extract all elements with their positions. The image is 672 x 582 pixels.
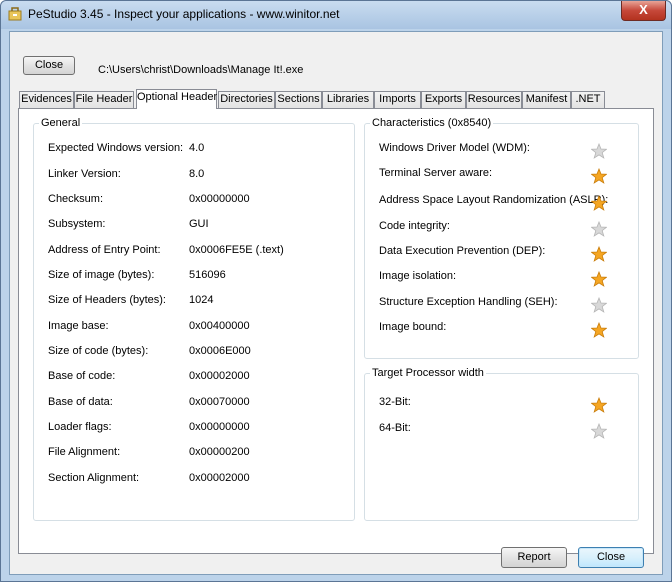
general-row-label: Checksum: xyxy=(48,193,104,205)
general-row-value: 0x0006E000 xyxy=(189,345,251,357)
general-row-value: 0x00000000 xyxy=(189,193,250,205)
tab-imports[interactable]: Imports xyxy=(374,91,421,108)
characteristic-label: Code integrity: xyxy=(379,220,450,232)
characteristic-label: Windows Driver Model (WDM): xyxy=(379,142,530,154)
star-filled-icon xyxy=(590,245,608,262)
general-row-label: Address of Entry Point: xyxy=(48,244,161,256)
file-path: C:\Users\christ\Downloads\Manage It!.exe xyxy=(98,64,304,76)
general-row-label: Base of code: xyxy=(48,370,116,382)
general-row-label: Subsystem: xyxy=(48,218,106,230)
general-row-value: 0x00070000 xyxy=(189,396,250,408)
characteristics-group-title: Characteristics (0x8540) xyxy=(370,117,494,129)
star-empty-icon xyxy=(590,220,608,237)
processor-label: 64-Bit: xyxy=(379,422,411,434)
general-row-label: Image base: xyxy=(48,320,109,332)
optional-header-panel: General Expected Windows version: 4.0 Li… xyxy=(18,108,654,554)
app-icon xyxy=(8,7,22,21)
general-row-label: Section Alignment: xyxy=(48,472,140,484)
processor-group: Target Processor width 32-Bit: 64-Bit: xyxy=(364,367,639,521)
app-window: PeStudio 3.45 - Inspect your application… xyxy=(0,0,672,582)
characteristic-label: Structure Exception Handling (SEH): xyxy=(379,296,558,308)
tab-sections[interactable]: Sections xyxy=(275,91,322,108)
star-filled-icon xyxy=(590,270,608,287)
star-filled-icon xyxy=(590,194,608,211)
general-row-label: Expected Windows version: xyxy=(48,142,184,154)
general-row-value: 0x00002000 xyxy=(189,370,250,382)
star-filled-icon xyxy=(590,321,608,338)
characteristic-label: Image bound: xyxy=(379,321,447,333)
tab-libraries[interactable]: Libraries xyxy=(322,91,374,108)
star-filled-icon xyxy=(590,396,608,413)
characteristic-label: Terminal Server aware: xyxy=(379,167,493,179)
characteristics-group: Characteristics (0x8540) Windows Driver … xyxy=(364,117,639,359)
general-row-value: 1024 xyxy=(189,294,214,306)
tab-resources[interactable]: Resources xyxy=(466,91,522,108)
tab-manifest[interactable]: Manifest xyxy=(522,91,571,108)
general-row-value: 0x00000200 xyxy=(189,446,250,458)
characteristic-label: Data Execution Prevention (DEP): xyxy=(379,245,546,257)
tab-dotnet[interactable]: .NET xyxy=(571,91,605,108)
star-empty-icon xyxy=(590,296,608,313)
general-row-value: GUI xyxy=(189,218,209,230)
general-row-value: 0x0006FE5E (.text) xyxy=(189,244,284,256)
general-row-value: 0x00002000 xyxy=(189,472,250,484)
client-area: Close C:\Users\christ\Downloads\Manage I… xyxy=(9,31,663,575)
general-row-label: Size of code (bytes): xyxy=(48,345,149,357)
tab-exports[interactable]: Exports xyxy=(421,91,466,108)
tab-file-header[interactable]: File Header xyxy=(74,91,134,108)
star-filled-icon xyxy=(590,167,608,184)
general-row-label: File Alignment: xyxy=(48,446,121,458)
general-row-value: 4.0 xyxy=(189,142,205,154)
general-row-value: 516096 xyxy=(189,269,226,281)
characteristic-label: Address Space Layout Randomization (ASLR… xyxy=(379,194,609,206)
general-group-title: General xyxy=(39,117,83,129)
star-empty-icon xyxy=(590,422,608,439)
footer-close-button[interactable]: Close xyxy=(578,547,644,568)
star-empty-icon xyxy=(590,142,608,159)
general-group: General Expected Windows version: 4.0 Li… xyxy=(33,117,355,521)
characteristic-label: Image isolation: xyxy=(379,270,457,282)
window-close-button[interactable]: X xyxy=(621,1,666,21)
window-title: PeStudio 3.45 - Inspect your application… xyxy=(28,7,340,21)
general-row-label: Base of data: xyxy=(48,396,113,408)
title-bar[interactable]: PeStudio 3.45 - Inspect your application… xyxy=(1,1,671,29)
general-row-value: 0x00000000 xyxy=(189,421,250,433)
general-row-label: Linker Version: xyxy=(48,168,121,180)
general-row-label: Loader flags: xyxy=(48,421,112,433)
tab-evidences[interactable]: Evidences xyxy=(19,91,74,108)
general-row-value: 0x00400000 xyxy=(189,320,250,332)
general-row-label: Size of image (bytes): xyxy=(48,269,155,281)
tab-directories[interactable]: Directories xyxy=(218,91,275,108)
general-row-label: Size of Headers (bytes): xyxy=(48,294,166,306)
processor-group-title: Target Processor width xyxy=(370,367,486,379)
general-row-value: 8.0 xyxy=(189,168,205,180)
processor-label: 32-Bit: xyxy=(379,396,411,408)
tab-optional-header[interactable]: Optional Header xyxy=(136,89,217,109)
top-close-button[interactable]: Close xyxy=(23,56,75,75)
report-button[interactable]: Report xyxy=(501,547,567,568)
